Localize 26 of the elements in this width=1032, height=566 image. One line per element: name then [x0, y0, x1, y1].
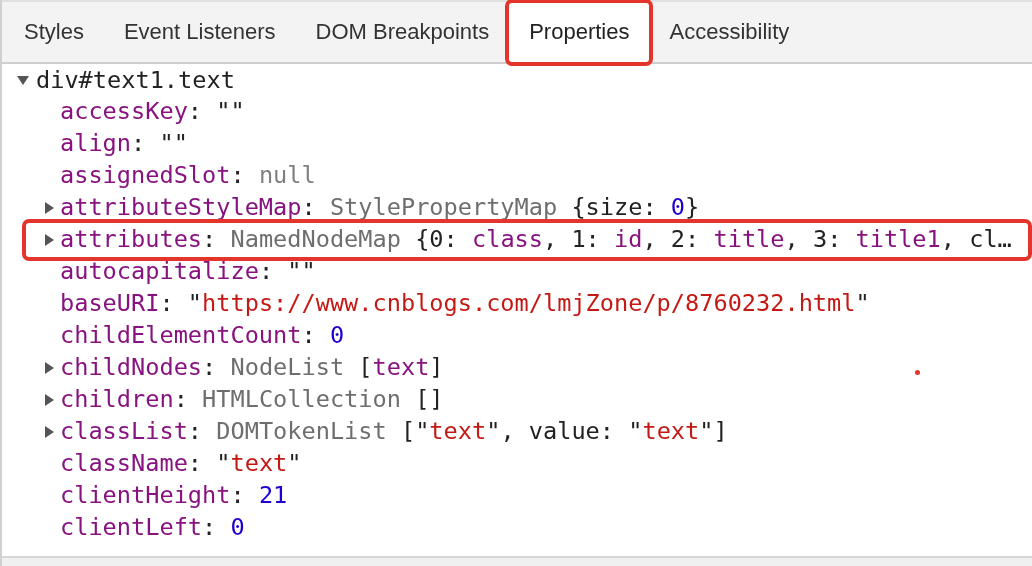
property-entry: autocapitalize: "": [60, 260, 316, 284]
panel-tab[interactable]: Event Listeners: [103, 2, 296, 62]
panel-tab[interactable]: Styles: [4, 2, 104, 62]
collapsed-triangle-icon[interactable]: [42, 201, 56, 215]
property-entry: attributes: NamedNodeMap {0: class, 1: id, 2: title, 3: title1, cl…: [60, 228, 1012, 252]
object-label: div#text1.text: [36, 66, 235, 94]
property-entry: accessKey: "": [60, 100, 245, 124]
panel-tab[interactable]: DOM Breakpoints: [295, 2, 510, 62]
property-entry: assignedSlot: null: [60, 164, 316, 188]
property-entry: children: HTMLCollection []: [60, 388, 444, 412]
property-entry: className: "text": [60, 452, 302, 476]
property-entry: baseURI: "https://www.cnblogs.com/lmjZone/p/8760232.html": [60, 292, 870, 316]
collapsed-triangle-icon[interactable]: [42, 361, 56, 375]
collapsed-triangle-icon[interactable]: [42, 393, 56, 407]
property-entry: childNodes: NodeList [text]: [60, 356, 444, 380]
expanded-triangle-icon[interactable]: [16, 73, 30, 87]
property-entry: clientLeft: 0: [60, 516, 245, 540]
collapsed-triangle-icon[interactable]: [42, 425, 56, 439]
panel-tab[interactable]: Accessibility: [649, 2, 810, 62]
property-entry: classList: DOMTokenList ["text", value: "text"]: [60, 420, 728, 444]
property-entry: childElementCount: 0: [60, 324, 345, 348]
property-entry: align: "": [60, 132, 188, 156]
annotation-dot: [915, 370, 920, 375]
collapsed-triangle-icon[interactable]: [42, 233, 56, 247]
property-entry: attributeStyleMap: StylePropertyMap {size: 0}: [60, 196, 700, 220]
property-entry: clientHeight: 21: [60, 484, 288, 508]
